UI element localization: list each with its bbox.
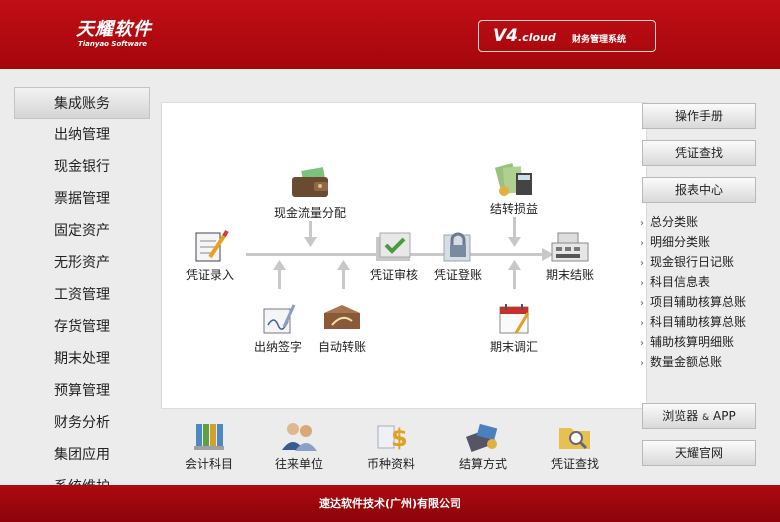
flow-arrow-up-icon xyxy=(273,260,286,270)
currency-data-button[interactable]: $ 币种资料 xyxy=(349,420,433,472)
sidebar-item-system-maintenance[interactable]: 系统维护 xyxy=(14,471,150,485)
report-project-aux-ledger[interactable]: › 项目辅助核算总账 xyxy=(640,292,775,312)
auto-transfer-node[interactable]: 自动转账 xyxy=(300,301,384,355)
flow-arrow-up-icon xyxy=(508,260,521,270)
svg-text:$: $ xyxy=(391,424,408,452)
browser-app-button[interactable]: 浏览器 & APP xyxy=(642,403,756,429)
official-site-button[interactable]: 天耀官网 xyxy=(642,440,756,466)
logo-name: 天耀软件 xyxy=(76,19,152,40)
report-subsidiary-ledger[interactable]: › 明细分类账 xyxy=(640,232,775,252)
period-close-node[interactable]: 期末结账 xyxy=(528,229,612,283)
chevron-right-icon: › xyxy=(640,358,644,369)
sidebar-item-integrated-accounts[interactable]: 集成账务 xyxy=(14,87,150,119)
report-quantity-amount[interactable]: › 数量金额总账 xyxy=(640,352,775,372)
binders-icon xyxy=(194,424,224,450)
logo: 天耀软件 Tianyao Software xyxy=(76,20,152,49)
folder-search-icon xyxy=(559,428,590,450)
basic-data-bar: 会计科目 往来单位 $ 币种资料 结算方式 凭证查找 xyxy=(161,418,647,478)
flow-arrow-up-icon xyxy=(337,260,350,270)
sidebar-item-period-end[interactable]: 期末处理 xyxy=(14,343,150,375)
calendar-icon xyxy=(499,304,530,334)
workflow-panel: 凭证录入 现金流量分配 出纳签字 自动转账 凭证审核 凭证登账 结转损益 期末调… xyxy=(161,102,647,409)
voucher-entry-node[interactable]: 凭证录入 xyxy=(168,229,252,283)
sidebar-item-cash-bank[interactable]: 现金银行 xyxy=(14,151,150,183)
chevron-right-icon: › xyxy=(640,258,644,269)
business-partners-button[interactable]: 往来单位 xyxy=(257,420,341,472)
sidebar-nav: 集成账务 出纳管理 现金银行 票据管理 固定资产 无形资产 工资管理 存货管理 … xyxy=(14,87,150,485)
report-cash-bank-journal[interactable]: › 现金银行日记账 xyxy=(640,252,775,272)
sidebar-item-fixed-assets[interactable]: 固定资产 xyxy=(14,215,150,247)
version-label: V4.cloud xyxy=(493,26,556,46)
system-name: 财务管理系统 xyxy=(572,35,627,45)
sidebar-item-financial-analysis[interactable]: 财务分析 xyxy=(14,407,150,439)
sidebar-item-budget[interactable]: 预算管理 xyxy=(14,375,150,407)
chevron-right-icon: › xyxy=(640,218,644,229)
auto-transfer-icon xyxy=(324,305,360,329)
sidebar-item-group[interactable]: 集团应用 xyxy=(14,439,150,471)
chevron-right-icon: › xyxy=(640,238,644,249)
flow-line-auto xyxy=(342,267,345,289)
check-folder-icon xyxy=(376,232,411,261)
chevron-right-icon: › xyxy=(640,278,644,289)
card-payment-icon xyxy=(466,423,498,452)
header-bar: 天耀软件 Tianyao Software V4.cloud 财务管理系统 xyxy=(0,0,780,69)
company-name: 速达软件技术(广州)有限公司 xyxy=(318,497,462,510)
sidebar-item-bills[interactable]: 票据管理 xyxy=(14,183,150,215)
chart-of-accounts-button[interactable]: 会计科目 xyxy=(167,420,251,472)
dollar-icon: $ xyxy=(377,424,408,452)
sidebar-item-payroll[interactable]: 工资管理 xyxy=(14,279,150,311)
chevron-right-icon: › xyxy=(640,298,644,309)
report-list: › 总分类账 › 明细分类账 › 现金银行日记账 › 科目信息表 › 项目辅助核算总账 ›… xyxy=(640,212,775,372)
report-aux-detail[interactable]: › 辅助核算明细账 xyxy=(640,332,775,352)
wallet-icon xyxy=(292,167,328,197)
report-account-info[interactable]: › 科目信息表 xyxy=(640,272,775,292)
chevron-right-icon: › xyxy=(640,318,644,329)
flow-arrow-down-icon xyxy=(508,237,521,247)
flow-arrow-down-icon xyxy=(304,237,317,247)
logo-subtitle: Tianyao Software xyxy=(78,40,148,48)
flow-line-sign xyxy=(278,267,281,289)
manual-button[interactable]: 操作手册 xyxy=(642,103,756,129)
report-account-aux-ledger[interactable]: › 科目辅助核算总账 xyxy=(640,312,775,332)
sidebar-item-cashier[interactable]: 出纳管理 xyxy=(14,119,150,151)
report-center-button[interactable]: 报表中心 xyxy=(642,177,756,203)
voucher-search-button[interactable]: 凭证查找 xyxy=(642,140,756,166)
pl-transfer-node[interactable]: 结转损益 xyxy=(472,159,556,217)
sidebar-item-inventory[interactable]: 存货管理 xyxy=(14,311,150,343)
people-icon xyxy=(282,423,317,451)
lock-ledger-icon xyxy=(443,232,471,262)
settlement-method-button[interactable]: 结算方式 xyxy=(441,420,525,472)
chevron-right-icon: › xyxy=(640,338,644,349)
notepad-pen-icon xyxy=(195,229,229,262)
footer-bar: 速达软件技术(广州)有限公司 xyxy=(0,485,780,522)
signature-icon xyxy=(263,304,296,334)
sidebar-item-intangible-assets[interactable]: 无形资产 xyxy=(14,247,150,279)
period-adjust-node[interactable]: 期末调汇 xyxy=(472,301,556,355)
cashflow-allocation-node[interactable]: 现金流量分配 xyxy=(268,167,352,221)
version-badge: V4.cloud 财务管理系统 xyxy=(478,20,656,52)
cash-register-icon xyxy=(551,232,589,262)
voucher-search-shortcut-button[interactable]: 凭证查找 xyxy=(533,420,617,472)
voucher-post-node[interactable]: 凭证登账 xyxy=(416,229,500,283)
report-general-ledger[interactable]: › 总分类账 xyxy=(640,212,775,232)
money-calculator-icon xyxy=(494,163,532,196)
flow-line-adjust xyxy=(513,267,516,289)
